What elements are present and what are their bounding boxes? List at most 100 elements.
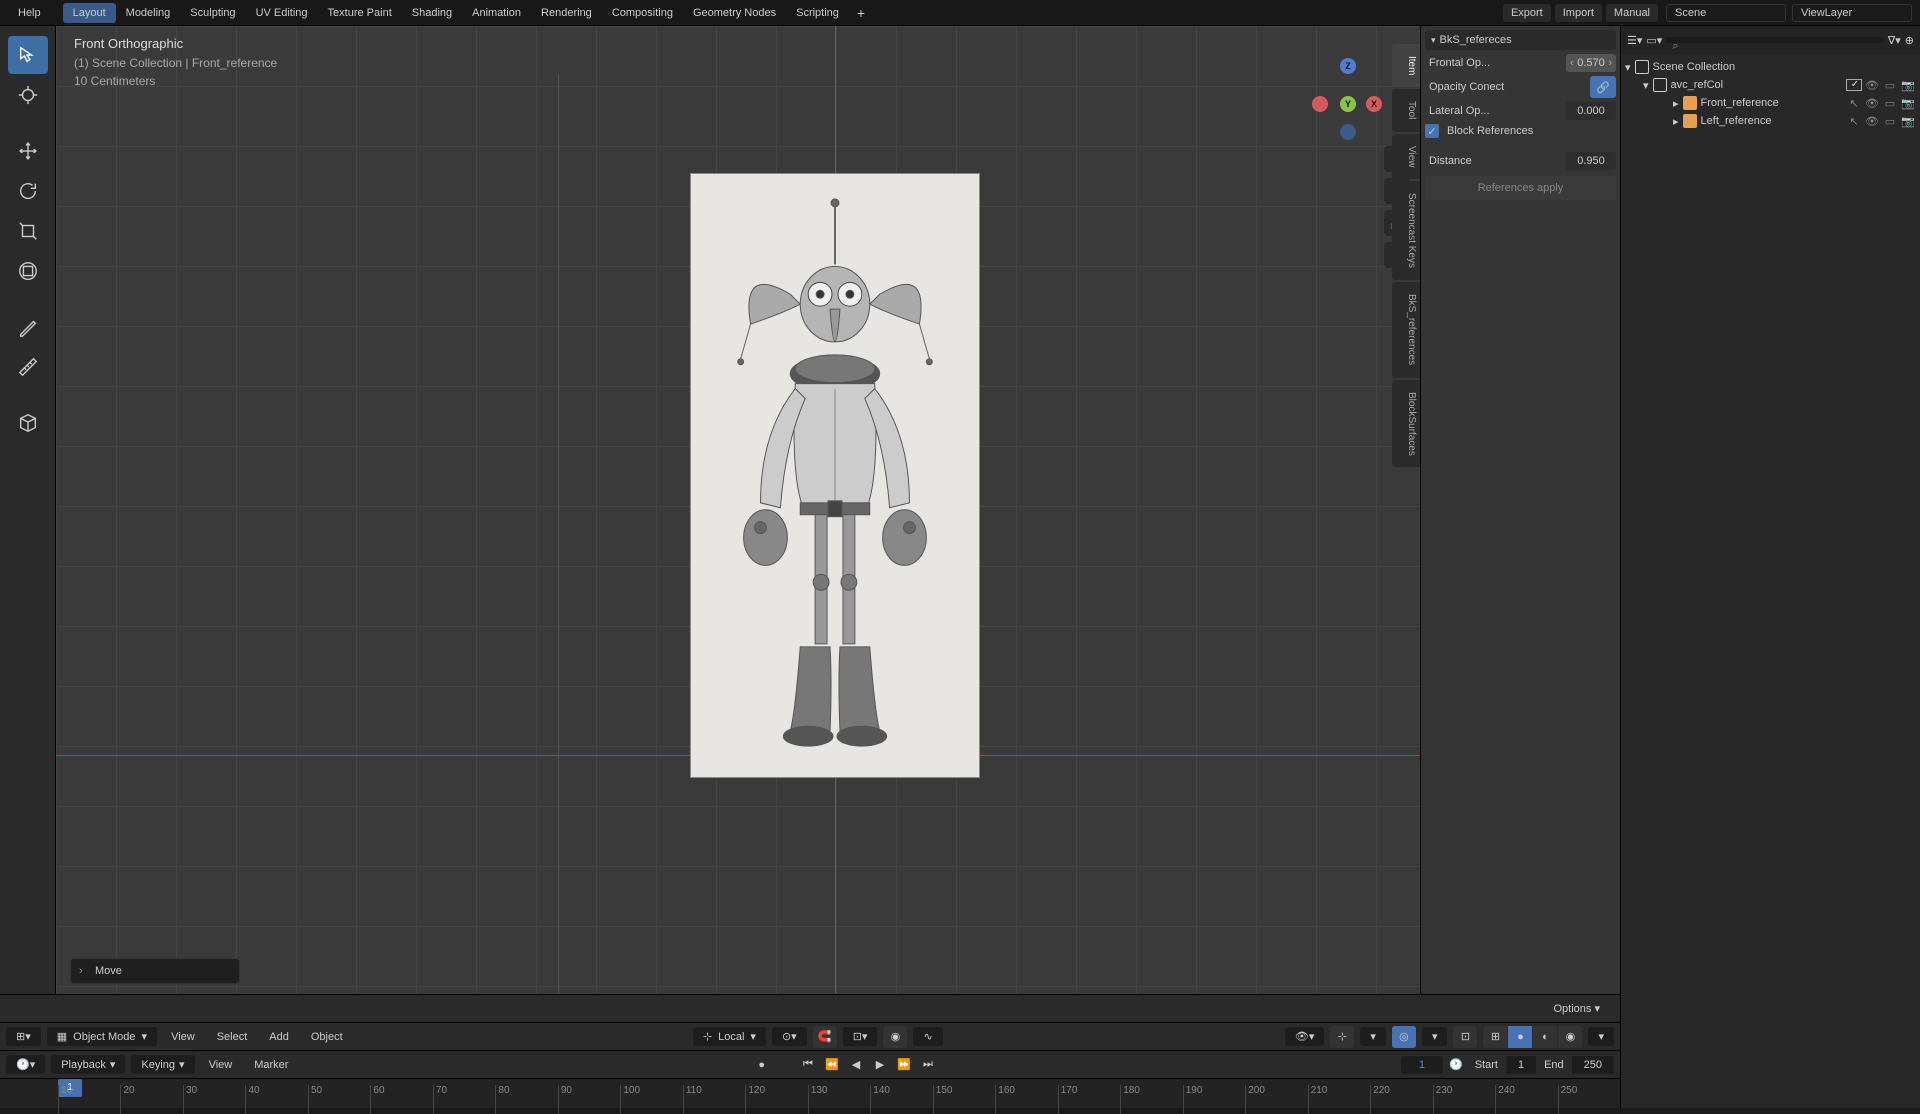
hide-icon[interactable]: 👁 — [1864, 97, 1880, 110]
timeline-ruler[interactable]: 1 10203040506070809010011012013014015016… — [0, 1078, 1620, 1108]
workspace-tab[interactable]: Layout — [63, 3, 116, 23]
3d-viewport[interactable]: Front Orthographic (1) Scene Collection … — [56, 26, 1420, 994]
side-tab-item[interactable]: Item — [1392, 44, 1420, 87]
cursor-tool[interactable] — [8, 76, 48, 114]
add-workspace-button[interactable]: + — [849, 5, 873, 21]
select-menu[interactable]: Select — [209, 1028, 256, 1046]
hide-icon[interactable]: 👁 — [1864, 79, 1880, 92]
keyframe-prev-button[interactable]: ⏪ — [821, 1055, 843, 1075]
side-tab-tool[interactable]: Tool — [1392, 89, 1420, 131]
outliner-filter-button[interactable]: ∇▾ — [1888, 34, 1901, 47]
hide-icon[interactable]: 👁 — [1864, 115, 1880, 128]
measure-tool[interactable] — [8, 348, 48, 386]
viewport-disable-icon[interactable]: ▭ — [1882, 115, 1898, 128]
timeline-view-menu[interactable]: View — [201, 1056, 241, 1074]
proportional-dropdown[interactable]: ∿ — [913, 1027, 942, 1046]
current-frame-field[interactable]: 1 — [1401, 1056, 1443, 1074]
workspace-tab[interactable]: Shading — [402, 3, 462, 23]
frontal-opacity-field[interactable]: ‹0.570› — [1566, 54, 1616, 72]
end-frame-field[interactable]: 250 — [1572, 1056, 1614, 1074]
preview-range-toggle[interactable]: 🕐 — [1449, 1058, 1463, 1071]
xray-toggle[interactable]: ⊡ — [1453, 1026, 1477, 1048]
manual-button[interactable]: Manual — [1606, 4, 1658, 22]
outliner-search[interactable] — [1666, 37, 1884, 43]
rotate-tool[interactable] — [8, 172, 48, 210]
snap-dropdown[interactable]: ⊡▾ — [843, 1027, 878, 1046]
play-reverse-button[interactable]: ◀ — [845, 1055, 867, 1075]
tree-row-scene-collection[interactable]: ▾ Scene Collection — [1621, 58, 1920, 76]
tree-row-front-ref[interactable]: ▸ Front_reference ↖👁▭📷 — [1621, 94, 1920, 112]
shading-wireframe[interactable]: ⊞ — [1483, 1026, 1507, 1048]
marker-menu[interactable]: Marker — [246, 1056, 296, 1074]
gizmo-toggle[interactable]: ⊹ — [1330, 1026, 1354, 1048]
shading-dropdown[interactable]: ▾ — [1588, 1027, 1614, 1046]
viewport-disable-icon[interactable]: ▭ — [1882, 97, 1898, 110]
render-disable-icon[interactable]: 📷 — [1900, 79, 1916, 92]
shading-rendered[interactable]: ◉ — [1558, 1026, 1582, 1048]
mode-dropdown[interactable]: ▦ Object Mode ▾ — [47, 1027, 157, 1046]
render-disable-icon[interactable]: 📷 — [1900, 115, 1916, 128]
workspace-tab[interactable]: Compositing — [602, 3, 683, 23]
options-dropdown[interactable]: Options ▾ — [1546, 1000, 1609, 1017]
overlays-dropdown[interactable]: ▾ — [1422, 1027, 1448, 1046]
snap-toggle[interactable]: 🧲 — [813, 1026, 837, 1048]
shading-material[interactable]: ◐ — [1533, 1026, 1557, 1048]
navigation-gizmo[interactable]: Z Y X — [1308, 58, 1388, 148]
exclude-checkbox[interactable] — [1846, 79, 1862, 91]
lateral-opacity-field[interactable]: 0.000 — [1566, 102, 1616, 120]
workspace-tab[interactable]: Scripting — [786, 3, 849, 23]
timeline-editor-dropdown[interactable]: 🕐▾ — [6, 1055, 45, 1074]
workspace-tab[interactable]: Rendering — [531, 3, 602, 23]
object-menu[interactable]: Object — [303, 1028, 351, 1046]
opacity-link-button[interactable]: 🔗 — [1590, 76, 1616, 98]
outliner-view-mode[interactable]: ▭▾ — [1646, 34, 1662, 47]
visibility-dropdown[interactable]: 👁▾ — [1285, 1027, 1325, 1046]
jump-start-button[interactable]: ⏮ — [797, 1055, 819, 1075]
editor-type-dropdown[interactable]: ⊞▾ — [6, 1027, 41, 1046]
scene-field[interactable]: Scene — [1666, 4, 1786, 22]
overlays-toggle[interactable]: ◎ — [1392, 1026, 1416, 1048]
render-disable-icon[interactable]: 📷 — [1900, 97, 1916, 110]
add-menu[interactable]: Add — [261, 1028, 297, 1046]
viewlayer-field[interactable]: ViewLayer — [1792, 4, 1912, 22]
import-button[interactable]: Import — [1555, 4, 1602, 22]
keyframe-next-button[interactable]: ⏩ — [893, 1055, 915, 1075]
auto-key-toggle[interactable]: ● — [758, 1059, 765, 1071]
playback-menu[interactable]: Playback ▾ — [51, 1055, 125, 1074]
outliner-display-mode[interactable]: ☰▾ — [1627, 34, 1642, 47]
workspace-tab[interactable]: Texture Paint — [318, 3, 402, 23]
viewport-disable-icon[interactable]: ▭ — [1882, 79, 1898, 92]
start-frame-field[interactable]: 1 — [1506, 1056, 1536, 1074]
block-references-checkbox[interactable]: ✓ — [1425, 124, 1439, 138]
orientation-dropdown[interactable]: ⊹ Local ▾ — [693, 1027, 766, 1046]
references-apply-button[interactable]: References apply — [1425, 176, 1616, 200]
shading-solid[interactable]: ● — [1508, 1026, 1532, 1048]
side-tab-screencast[interactable]: Screencast Keys — [1392, 181, 1420, 280]
side-tab-view[interactable]: View — [1392, 134, 1420, 180]
move-tool[interactable] — [8, 132, 48, 170]
reference-image[interactable] — [690, 173, 980, 778]
add-primitive-tool[interactable] — [8, 404, 48, 442]
workspace-tab[interactable]: Sculpting — [180, 3, 245, 23]
side-tab-bks[interactable]: BkS_references — [1392, 282, 1420, 377]
tree-row-refcol[interactable]: ▾ avc_refCol 👁▭📷 — [1621, 76, 1920, 94]
workspace-tab[interactable]: Geometry Nodes — [683, 3, 786, 23]
last-operator-panel[interactable]: Move — [70, 958, 240, 984]
transform-tool[interactable] — [8, 252, 48, 290]
selectable-icon[interactable]: ↖ — [1846, 115, 1862, 128]
keying-menu[interactable]: Keying ▾ — [131, 1055, 194, 1074]
export-button[interactable]: Export — [1503, 4, 1551, 22]
view-menu[interactable]: View — [163, 1028, 203, 1046]
workspace-tab[interactable]: UV Editing — [246, 3, 318, 23]
workspace-tab[interactable]: Modeling — [116, 3, 181, 23]
gizmo-dropdown[interactable]: ▾ — [1360, 1027, 1386, 1046]
select-box-tool[interactable] — [8, 36, 48, 74]
distance-field[interactable]: 0.950 — [1566, 152, 1616, 170]
side-tab-blocksurfaces[interactable]: BlockSurfaces — [1392, 380, 1420, 468]
play-button[interactable]: ▶ — [869, 1055, 891, 1075]
pivot-dropdown[interactable]: ⊙▾ — [772, 1027, 807, 1046]
panel-header[interactable]: BkS_refereces — [1425, 30, 1616, 50]
outliner-new-collection-button[interactable]: ⊕ — [1905, 34, 1914, 47]
jump-end-button[interactable]: ⏭ — [917, 1055, 939, 1075]
menu-help[interactable]: Help — [8, 3, 51, 23]
